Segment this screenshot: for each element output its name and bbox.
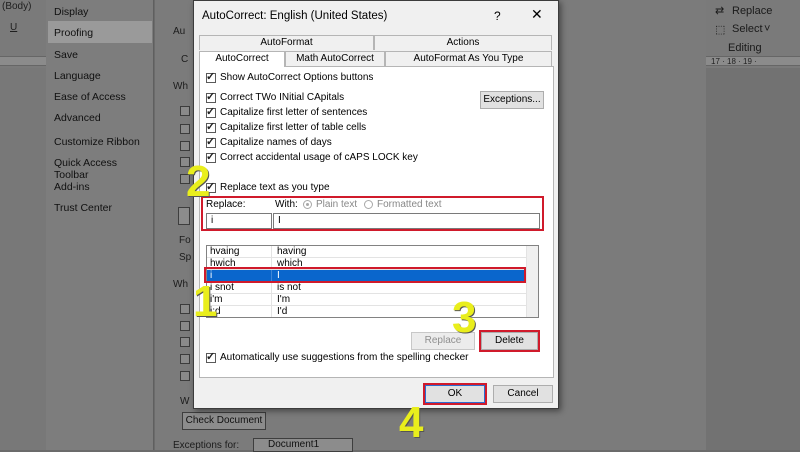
nav-item-display[interactable]: Display [54,6,88,18]
capitalize-sentences-checkbox[interactable]: ✓ [206,106,216,118]
highlight-ok-button [423,383,487,405]
step-number-2: 2 [186,157,211,206]
bg-checkbox[interactable] [180,321,190,331]
list-item[interactable]: i snot is not [207,282,527,294]
font-name-box[interactable]: (Body) [2,1,31,12]
caps-lock-label: Correct accidental usage of cAPS LOCK ke… [220,152,418,163]
bg-checkbox[interactable] [180,354,190,364]
exceptions-button[interactable]: Exceptions... [480,91,544,109]
document-area-left [0,68,46,450]
cancel-button[interactable]: Cancel [493,385,553,403]
nav-item-add-ins[interactable]: Add-ins [54,181,90,193]
bg-button[interactable] [178,207,190,225]
correct-two-initial-checkbox[interactable]: ✓ [206,91,216,103]
select-icon[interactable]: ⬚ [715,23,725,36]
replace-as-you-type-label: Replace text as you type [220,182,330,193]
tab-autoformat[interactable]: AutoFormat [199,35,374,50]
bg-checkbox[interactable] [180,141,190,151]
highlight-selected-entry [204,267,526,283]
highlight-delete-button [479,330,540,352]
capitalize-days-label: Capitalize names of days [220,137,332,148]
step-number-1: 1 [193,277,218,326]
step-number-4: 4 [399,398,424,447]
ruler-marks: 17 · 18 · 19 · [711,57,757,66]
ribbon-select-button[interactable]: Select [732,23,763,35]
list-item[interactable]: i;d I'd [207,306,527,317]
chevron-down-icon[interactable]: ˅ [764,23,770,35]
nav-item-customize-ribbon[interactable]: Customize Ribbon [54,136,140,148]
bg-checkbox[interactable] [180,371,190,381]
underline-icon[interactable]: U [10,22,17,33]
show-options-checkbox[interactable]: ✓ [206,71,216,83]
bg-checkbox[interactable] [180,106,190,116]
step-number-3: 3 [452,293,477,342]
check-document-button[interactable]: Check Document [182,412,266,430]
close-icon[interactable]: ✕ [531,6,543,23]
list-item[interactable]: hvaing having [207,246,527,258]
bg-checkbox[interactable] [180,337,190,347]
editing-group-label: Editing [728,42,762,54]
correct-two-initial-label: Correct TWo INitial CApitals [220,92,345,103]
bg-checkbox[interactable] [180,304,190,314]
nav-item-trust-center[interactable]: Trust Center [54,202,112,214]
capitalize-sentences-label: Capitalize first letter of sentences [220,107,368,118]
section-heading: Wh [173,279,188,290]
nav-item-advanced[interactable]: Advanced [54,112,101,124]
tab-autocorrect[interactable]: AutoCorrect [199,51,285,67]
dialog-title: AutoCorrect: English (United States) [202,10,388,22]
section-text: W [180,396,190,407]
document-area-right [706,68,800,450]
section-text: C [181,54,189,65]
section-heading: Wh [173,81,188,92]
capitalize-table-cells-checkbox[interactable]: ✓ [206,121,216,133]
section-text: Sp [179,252,192,263]
nav-item-save[interactable]: Save [54,49,78,61]
ribbon-replace-button[interactable]: Replace [732,5,772,17]
section-text: Fo [179,235,191,246]
capitalize-days-checkbox[interactable]: ✓ [206,136,216,148]
tab-autoformat-as-you-type[interactable]: AutoFormat As You Type [385,51,552,66]
show-options-label: Show AutoCorrect Options buttons [220,72,374,83]
tab-actions[interactable]: Actions [374,35,552,50]
ruler-right: 17 · 18 · 19 · [706,56,800,66]
section-heading: Au [173,26,186,37]
replace-icon[interactable]: ⇄ [715,4,724,17]
nav-item-quick-access-toolbar[interactable]: Quick Access Toolbar [54,157,153,181]
highlight-replace-with-fields [201,196,544,231]
tab-math-autocorrect[interactable]: Math AutoCorrect [285,51,385,66]
nav-item-proofing[interactable]: Proofing [54,27,93,39]
list-item[interactable]: i'm I'm [207,294,527,306]
exceptions-for-label: Exceptions for: [173,440,240,451]
help-button[interactable]: ? [494,9,501,23]
nav-item-ease-of-access[interactable]: Ease of Access [54,91,126,103]
bg-checkbox[interactable] [180,124,190,134]
options-nav: Display Proofing Save Language Ease of A… [46,0,154,450]
list-scrollbar[interactable] [526,246,538,317]
auto-suggestions-label: Automatically use suggestions from the s… [220,352,469,363]
nav-item-language[interactable]: Language [54,70,101,82]
capitalize-table-cells-label: Capitalize first letter of table cells [220,122,367,133]
auto-suggestions-checkbox[interactable]: ✓ [206,351,216,363]
ruler-left [0,56,46,66]
